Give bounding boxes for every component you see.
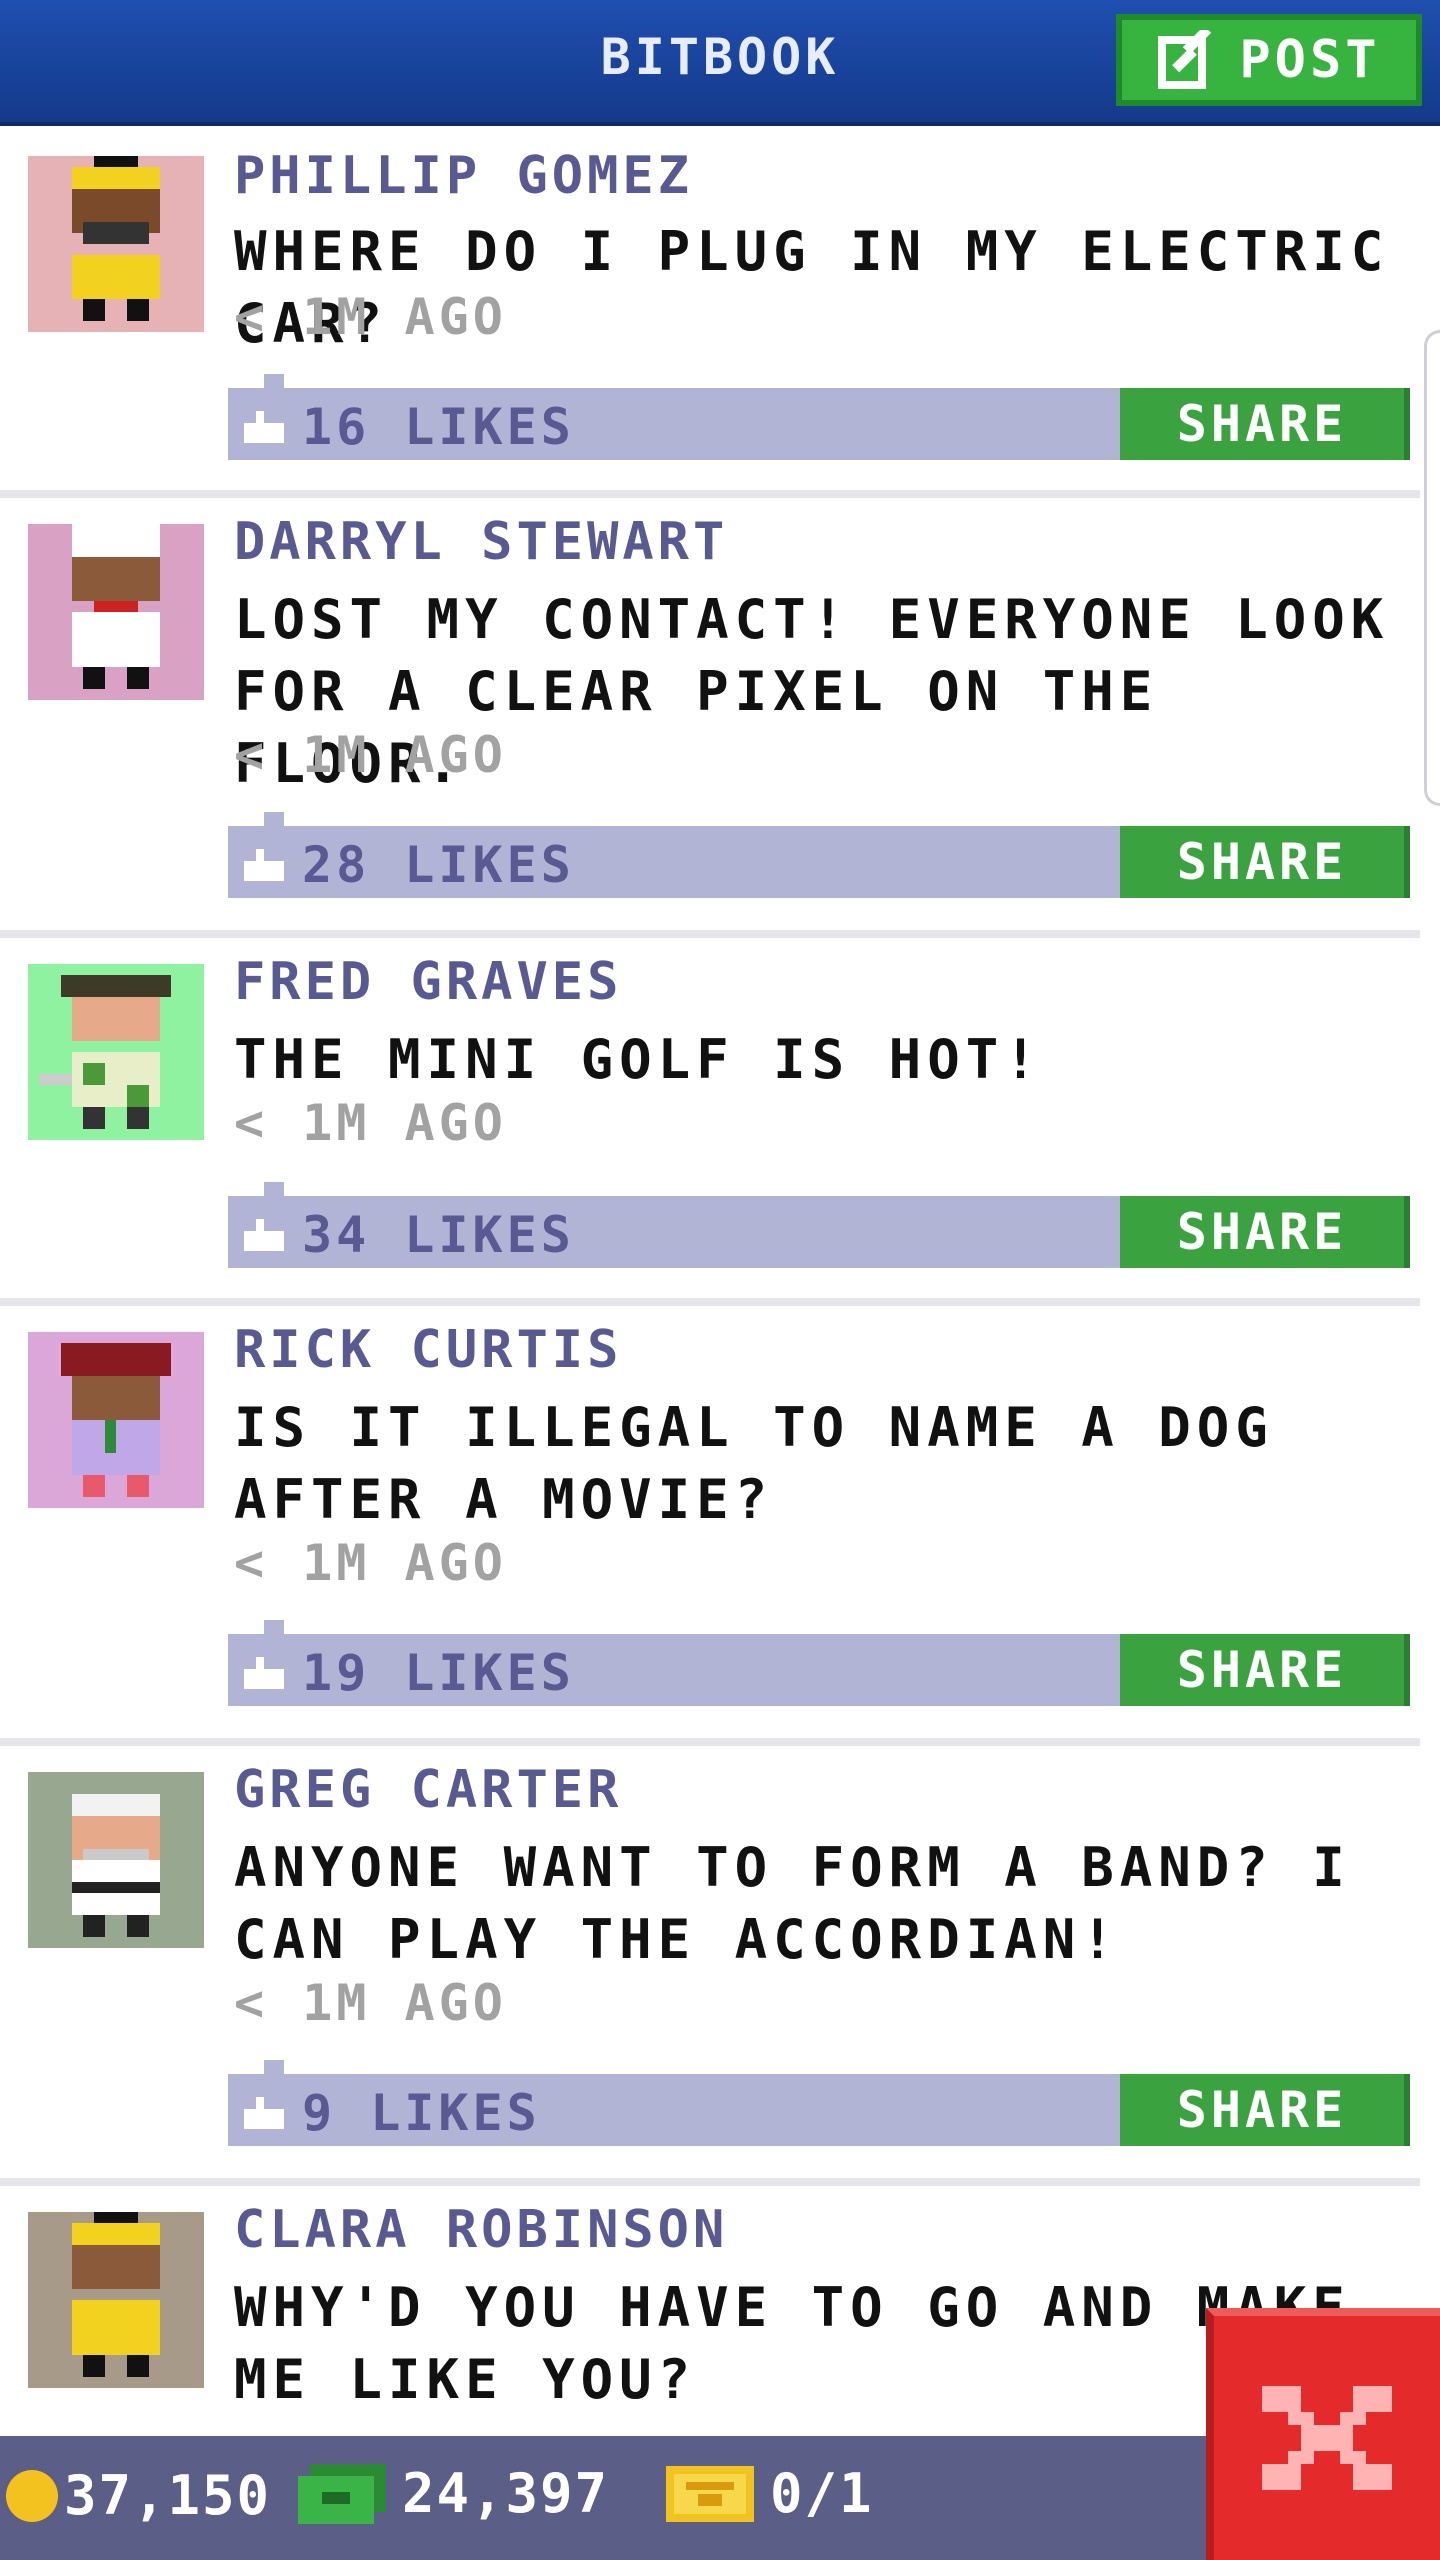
share-button[interactable]: SHARE bbox=[1120, 1196, 1410, 1268]
author-name[interactable]: FRED GRAVES bbox=[234, 952, 622, 1012]
avatar bbox=[28, 1332, 204, 1508]
thumb-icon bbox=[244, 2097, 284, 2129]
ticket-icon bbox=[666, 2465, 754, 2522]
post-message: THE MINI GOLF IS HOT! bbox=[234, 1028, 1043, 1091]
list-item: FRED GRAVES THE MINI GOLF IS HOT! < 1M A… bbox=[0, 930, 1420, 1306]
author-name[interactable]: RICK CURTIS bbox=[234, 1320, 622, 1380]
likes-bar: 34 LIKES SHARE bbox=[228, 1182, 1410, 1268]
post-button-label: POST bbox=[1239, 30, 1381, 90]
app-header: BITBOOK POST bbox=[0, 0, 1440, 122]
list-item: DARRYL STEWART LOST MY CONTACT! EVERYONE… bbox=[0, 490, 1420, 938]
close-icon bbox=[1262, 2386, 1392, 2490]
author-name[interactable]: DARRYL STEWART bbox=[234, 512, 728, 572]
thumb-icon bbox=[244, 849, 284, 881]
coins-counter: 37,150 bbox=[6, 2464, 271, 2527]
author-name[interactable]: GREG CARTER bbox=[234, 1760, 622, 1820]
post-time: < 1M AGO bbox=[234, 1974, 507, 2032]
cash-icon bbox=[298, 2463, 386, 2524]
thumb-icon bbox=[244, 1219, 284, 1251]
post-time: < 1M AGO bbox=[234, 1094, 507, 1152]
likes-count: 28 LIKES bbox=[302, 836, 575, 894]
list-item: GREG CARTER ANYONE WANT TO FORM A BAND? … bbox=[0, 1738, 1420, 2186]
post-button[interactable]: POST bbox=[1116, 14, 1422, 106]
scroll-indicator[interactable] bbox=[1424, 330, 1440, 806]
share-button[interactable]: SHARE bbox=[1120, 388, 1410, 460]
avatar bbox=[28, 2212, 204, 2388]
tickets-value: 0/1 bbox=[770, 2462, 874, 2525]
share-button[interactable]: SHARE bbox=[1120, 2074, 1410, 2146]
bux-value: 24,397 bbox=[402, 2462, 610, 2525]
author-name[interactable]: PHILLIP GOMEZ bbox=[234, 146, 693, 206]
post-time: < 1M AGO bbox=[234, 726, 507, 784]
author-name[interactable]: CLARA ROBINSON bbox=[234, 2200, 728, 2260]
likes-count: 19 LIKES bbox=[302, 1644, 575, 1702]
list-item: RICK CURTIS IS IT ILLEGAL TO NAME A DOG … bbox=[0, 1298, 1420, 1746]
thumb-icon bbox=[244, 411, 284, 443]
tickets-counter: 0/1 bbox=[666, 2462, 874, 2525]
share-button[interactable]: SHARE bbox=[1120, 1634, 1410, 1706]
likes-count: 9 LIKES bbox=[302, 2084, 541, 2142]
avatar bbox=[28, 964, 204, 1140]
avatar bbox=[28, 156, 204, 332]
avatar bbox=[28, 524, 204, 700]
bux-counter: 24,397 bbox=[298, 2462, 609, 2525]
coins-value: 37,150 bbox=[64, 2464, 272, 2527]
likes-count: 34 LIKES bbox=[302, 1206, 575, 1264]
likes-bar: 9 LIKES SHARE bbox=[228, 2060, 1410, 2146]
thumb-icon bbox=[244, 1657, 284, 1689]
likes-bar: 28 LIKES SHARE bbox=[228, 812, 1410, 898]
avatar bbox=[28, 1772, 204, 1948]
post-time: < 1M AGO bbox=[234, 288, 507, 346]
likes-bar: 19 LIKES SHARE bbox=[228, 1620, 1410, 1706]
post-message: ANYONE WANT TO FORM A BAND? I CAN PLAY T… bbox=[234, 1836, 1351, 1971]
edit-icon bbox=[1158, 30, 1212, 89]
list-item: PHILLIP GOMEZ WHERE DO I PLUG IN MY ELEC… bbox=[0, 122, 1420, 498]
post-time: < 1M AGO bbox=[234, 1534, 507, 1592]
post-message: IS IT ILLEGAL TO NAME A DOG AFTER A MOVI… bbox=[234, 1396, 1274, 1531]
likes-bar: 16 LIKES SHARE bbox=[228, 374, 1410, 460]
share-button[interactable]: SHARE bbox=[1120, 826, 1410, 898]
close-button[interactable] bbox=[1206, 2308, 1440, 2560]
coin-icon bbox=[6, 2469, 58, 2522]
likes-count: 16 LIKES bbox=[302, 398, 575, 456]
